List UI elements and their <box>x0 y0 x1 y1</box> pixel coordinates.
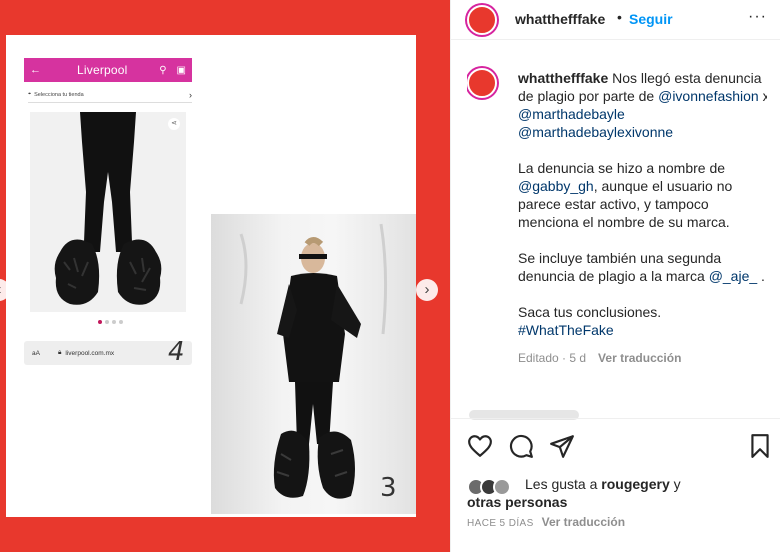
post-timestamp[interactable]: HACE 5 DÍAS <box>467 518 534 529</box>
back-arrow-icon: ← <box>30 64 41 76</box>
likes-conj: y <box>673 476 681 492</box>
likes-summary: Les gusta a rougegery y otras personas <box>467 472 767 511</box>
post-side-panel: whatthefffake • Seguir ··· whatthefffake… <box>450 0 780 552</box>
carousel-next-button[interactable]: › <box>416 279 438 301</box>
chevron-right-icon: › <box>189 89 192 100</box>
likes-others-link[interactable]: otras personas <box>467 494 567 510</box>
more-options-icon[interactable]: ··· <box>748 8 767 26</box>
url-text: liverpool.com.mx <box>65 349 115 357</box>
comment-icon[interactable] <box>508 433 534 459</box>
author-avatar[interactable] <box>467 5 497 35</box>
liker-avatar[interactable] <box>493 478 511 496</box>
store-select-label: Selecciona tu tienda <box>34 91 84 98</box>
bag-icon: ▣ <box>176 64 186 76</box>
handwritten-number-4: 4 <box>168 337 185 367</box>
author-username[interactable]: whatthefffake <box>515 11 605 27</box>
caption-p4-text: Saca tus conclusiones. <box>518 304 662 320</box>
model-illustration <box>239 223 388 499</box>
caption-p2-text: La denuncia se hizo a nombre de <box>518 160 726 176</box>
liker-username[interactable]: rougegery <box>601 476 669 492</box>
follow-button[interactable]: Seguir <box>629 11 673 27</box>
header-separator: • <box>617 9 622 25</box>
caption-avatar[interactable] <box>467 68 497 98</box>
mention-ivonnefashion[interactable]: @ivonnefashion <box>658 88 759 104</box>
share-icon: ⋖ <box>168 118 180 130</box>
image-pagination-dots <box>98 320 123 324</box>
text-size-button: aA <box>32 349 40 357</box>
caption-p3-text: Se incluye también una segunda denuncia … <box>518 250 722 284</box>
caption-username[interactable]: whatthefffake <box>518 70 608 86</box>
product-image: ⋖ <box>30 112 186 312</box>
share-send-icon[interactable] <box>549 433 575 459</box>
liverpool-app-bar: ← Liverpool ⚲ ▣ <box>24 58 192 82</box>
caption-edited-time: Editado · 5 d <box>518 351 587 365</box>
model-photo <box>211 214 416 514</box>
mention-marthadebayle[interactable]: @marthadebayle <box>518 106 625 122</box>
store-selector: ⌖ Selecciona tu tienda › <box>28 87 192 103</box>
lock-icon: 🔒︎ <box>57 349 62 356</box>
caption-text: whatthefffake Nos llegó esta denuncia de… <box>518 69 767 367</box>
location-pin-icon: ⌖ <box>28 91 32 97</box>
handwritten-number-3: 3 <box>380 473 397 503</box>
mention-marthadebaylexivonne[interactable]: @marthadebaylexivonne <box>518 124 673 140</box>
caption-p3-end: . <box>761 268 765 284</box>
action-bar <box>451 418 780 480</box>
browser-url-bar: aA 🔒︎ liverpool.com.mx <box>24 341 192 365</box>
collage-card: ← Liverpool ⚲ ▣ ⌖ Selecciona tu tienda ›… <box>6 35 416 517</box>
caption-p1-x: x <box>762 88 767 104</box>
post-header: whatthefffake • Seguir ··· <box>451 0 780 40</box>
caption-translate-link[interactable]: Ver traducción <box>598 349 681 367</box>
bookmark-icon[interactable] <box>747 433 773 459</box>
post-caption: whatthefffake Nos llegó esta denuncia de… <box>467 62 767 407</box>
heart-icon[interactable] <box>467 433 493 459</box>
mention-aje[interactable]: @_aje_ <box>709 268 757 284</box>
footer-translate-link[interactable]: Ver traducción <box>542 515 625 529</box>
post-media[interactable]: ← Liverpool ⚲ ▣ ⌖ Selecciona tu tienda ›… <box>0 0 450 552</box>
hashtag-whatthefake[interactable]: #WhatTheFake <box>518 322 614 338</box>
caption-meta: Editado · 5 d Ver traducción <box>518 349 767 367</box>
liverpool-logo: Liverpool <box>77 63 128 77</box>
black-ruffle-pants-illustration <box>54 112 162 305</box>
mention-gabby-gh[interactable]: @gabby_gh <box>518 178 594 194</box>
post-footer: HACE 5 DÍAS Ver traducción <box>467 515 625 529</box>
search-icon: ⚲ <box>159 64 167 76</box>
likes-prefix: Les gusta a <box>525 476 598 492</box>
